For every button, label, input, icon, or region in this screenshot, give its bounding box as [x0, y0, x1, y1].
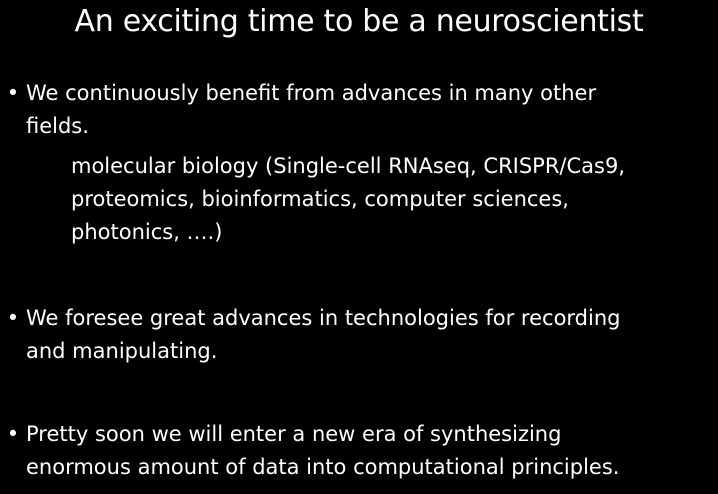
slide: An exciting time to be a neuroscientist …	[0, 0, 718, 494]
bullet-item-2: • We foresee great advances in technolog…	[6, 302, 706, 368]
slide-title: An exciting time to be a neuroscientist	[74, 4, 644, 39]
sub-bullet-text: molecular biology (Single-cell RNAseq, C…	[71, 154, 626, 244]
bullet-item-3: • Pretty soon we will enter a new era of…	[6, 418, 706, 484]
bullet-item-1: • We continuously benefit from advances …	[6, 77, 706, 143]
bullet-icon: •	[6, 422, 20, 446]
bullet-icon: •	[6, 306, 20, 330]
bullet-text: We foresee great advances in technologie…	[26, 306, 621, 363]
bullet-text: Pretty soon we will enter a new era of s…	[26, 422, 620, 479]
bullet-text: We continuously benefit from advances in…	[26, 81, 597, 138]
bullet-icon: •	[6, 81, 20, 105]
